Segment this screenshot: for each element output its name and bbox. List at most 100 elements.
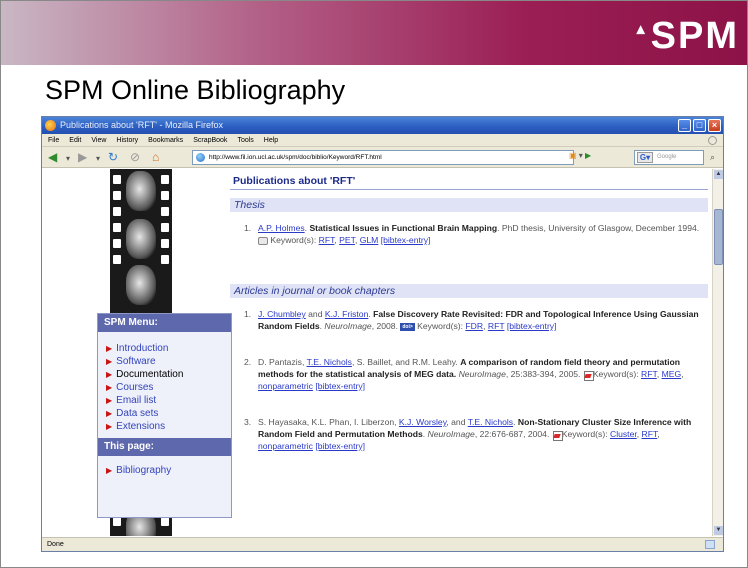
menu-history[interactable]: History — [116, 137, 138, 144]
bibtex-link[interactable]: [bibtex-entry] — [315, 441, 365, 451]
keyword-link[interactable]: RFT — [488, 321, 505, 331]
author-link[interactable]: J. Chumbley — [258, 309, 306, 319]
bibtex-link[interactable]: [bibtex-entry] — [381, 235, 431, 245]
slide-title: SPM Online Bibliography — [45, 75, 346, 105]
status-icon — [705, 540, 715, 549]
film-hole — [161, 255, 169, 264]
rss-icon[interactable]: ▣ — [569, 151, 577, 160]
minimize-button[interactable]: _ — [678, 119, 691, 132]
menu-item-introduction[interactable]: ▶ Introduction — [106, 342, 223, 355]
vertical-scrollbar[interactable]: ▲ ▼ — [712, 169, 723, 536]
page-heading: Publications about 'RFT' — [230, 175, 708, 190]
articles-list: 1. J. Chumbley and K.J. Friston. False D… — [230, 308, 708, 452]
scroll-down-icon[interactable]: ▼ — [714, 526, 723, 535]
menu-tools[interactable]: Tools — [237, 137, 253, 144]
menu-item-email-list[interactable]: ▶ Email list — [106, 394, 223, 407]
journal-name: NeuroImage — [458, 369, 506, 379]
download-icon[interactable] — [258, 236, 268, 245]
navigation-toolbar: ◀ ▾ ▶ ▾ ↻ ⊘ ⌂ http://www.fil.ion.ucl.ac.… — [42, 147, 723, 168]
keyword-link[interactable]: FDR — [465, 321, 483, 331]
keyword-link[interactable]: GLM — [360, 235, 379, 245]
author-link[interactable]: K.J. Friston — [325, 309, 368, 319]
google-icon[interactable]: G▾ — [637, 152, 653, 163]
keyword-link[interactable]: RFT — [319, 235, 335, 245]
globe-icon — [196, 153, 205, 162]
film-hole — [113, 207, 121, 216]
menu-item-courses[interactable]: ▶ Courses — [106, 381, 223, 394]
stop-button[interactable]: ⊘ — [130, 151, 140, 163]
home-button[interactable]: ⌂ — [152, 151, 159, 163]
film-hole — [113, 191, 121, 200]
menu-edit[interactable]: Edit — [69, 137, 81, 144]
entry-text: D. Pantazis, — [258, 357, 307, 367]
spm-menu: SPM Menu: ▶ Introduction ▶ Software ▶ Docum… — [97, 313, 232, 518]
keyword-link[interactable]: nonparametric — [258, 381, 313, 391]
menu-item-label: Software — [116, 356, 156, 367]
author-link[interactable]: K.J. Worsley — [399, 417, 446, 427]
menu-help[interactable]: Help — [264, 137, 278, 144]
author-link[interactable]: A.P. Holmes — [258, 223, 305, 233]
keyword-link[interactable]: nonparametric — [258, 441, 313, 451]
keywords-label: Keyword(s): — [270, 235, 317, 245]
status-bar: Done — [42, 537, 723, 551]
main-content: Publications about 'RFT' Thesis 1. A.P. … — [230, 175, 708, 452]
scrollbar-thumb[interactable] — [714, 209, 723, 265]
menu-item-data-sets[interactable]: ▶ Data sets — [106, 407, 223, 420]
bibtex-link[interactable]: [bibtex-entry] — [315, 381, 365, 391]
entry-year: , 22:676-687, 2004. — [474, 429, 550, 439]
author-link[interactable]: T.E. Nichols — [307, 357, 352, 367]
pdf-icon[interactable] — [552, 430, 563, 441]
journal-name: NeuroImage — [427, 429, 475, 439]
url-bar[interactable]: http://www.fil.ion.ucl.ac.uk/spm/doc/bib… — [192, 150, 574, 165]
doi-badge[interactable]: doi> — [400, 322, 415, 331]
forward-button[interactable]: ▶ — [78, 151, 87, 163]
menu-item-documentation[interactable]: ▶ Documentation — [106, 368, 223, 381]
go-button[interactable]: ▶ — [585, 151, 591, 160]
entry-details: . PhD thesis, University of Glasgow, Dec… — [497, 223, 700, 233]
entry-number: 1. — [244, 223, 252, 233]
forward-dropdown-icon[interactable]: ▾ — [96, 153, 100, 165]
menu-file[interactable]: File — [48, 137, 59, 144]
entry-number: 1. — [244, 309, 252, 319]
url-dropdown-icon[interactable]: ▾ — [579, 151, 583, 160]
keyword-link[interactable]: RFT — [641, 369, 657, 379]
logo-mark-icon: ▴ — [636, 21, 647, 39]
menu-bookmarks[interactable]: Bookmarks — [148, 137, 183, 144]
keyword-link[interactable]: MEG — [662, 369, 682, 379]
keyword-link[interactable]: Cluster — [610, 429, 637, 439]
search-placeholder: Google — [657, 154, 677, 160]
entry-text: S. Hayasaka, K.L. Phan, I. Liberzon, — [258, 417, 399, 427]
keyword-link[interactable]: RFT — [642, 429, 658, 439]
list-item: 1. J. Chumbley and K.J. Friston. False D… — [244, 309, 699, 331]
menu-item-extensions[interactable]: ▶ Extensions — [106, 420, 223, 433]
menu-items: ▶ Introduction ▶ Software ▶ Documentation ▶… — [98, 332, 231, 435]
film-hole — [113, 255, 121, 264]
back-button[interactable]: ◀ — [48, 151, 57, 163]
film-hole — [161, 191, 169, 200]
search-box[interactable]: G▾ Google — [634, 150, 704, 165]
menu-item-software[interactable]: ▶ Software — [106, 355, 223, 368]
menu-scrapbook[interactable]: ScrapBook — [193, 137, 227, 144]
back-dropdown-icon[interactable]: ▾ — [66, 153, 70, 165]
reload-button[interactable]: ↻ — [108, 151, 118, 163]
arrow-icon: ▶ — [106, 344, 113, 353]
brain-scan-image — [126, 171, 156, 211]
entry-number: 2. — [244, 357, 252, 367]
menu-item-label: Documentation — [116, 369, 184, 380]
film-hole — [161, 207, 169, 216]
menu-view[interactable]: View — [91, 137, 106, 144]
scroll-up-icon[interactable]: ▲ — [714, 170, 723, 179]
bibtex-link[interactable]: [bibtex-entry] — [507, 321, 557, 331]
maximize-button[interactable]: □ — [693, 119, 706, 132]
pdf-icon[interactable] — [583, 370, 594, 381]
close-button[interactable]: × — [708, 119, 721, 132]
url-text: http://www.fil.ion.ucl.ac.uk/spm/doc/bib… — [209, 154, 382, 161]
menu-item-label: Courses — [116, 382, 154, 393]
arrow-icon: ▶ — [106, 370, 113, 379]
menu-item-label: Data sets — [116, 408, 159, 419]
search-icon[interactable]: ⌕ — [710, 152, 715, 163]
journal-name: NeuroImage — [324, 321, 372, 331]
menu-item-bibliography[interactable]: ▶ Bibliography — [106, 464, 223, 477]
author-link[interactable]: T.E. Nichols — [468, 417, 513, 427]
keyword-link[interactable]: PET — [339, 235, 355, 245]
